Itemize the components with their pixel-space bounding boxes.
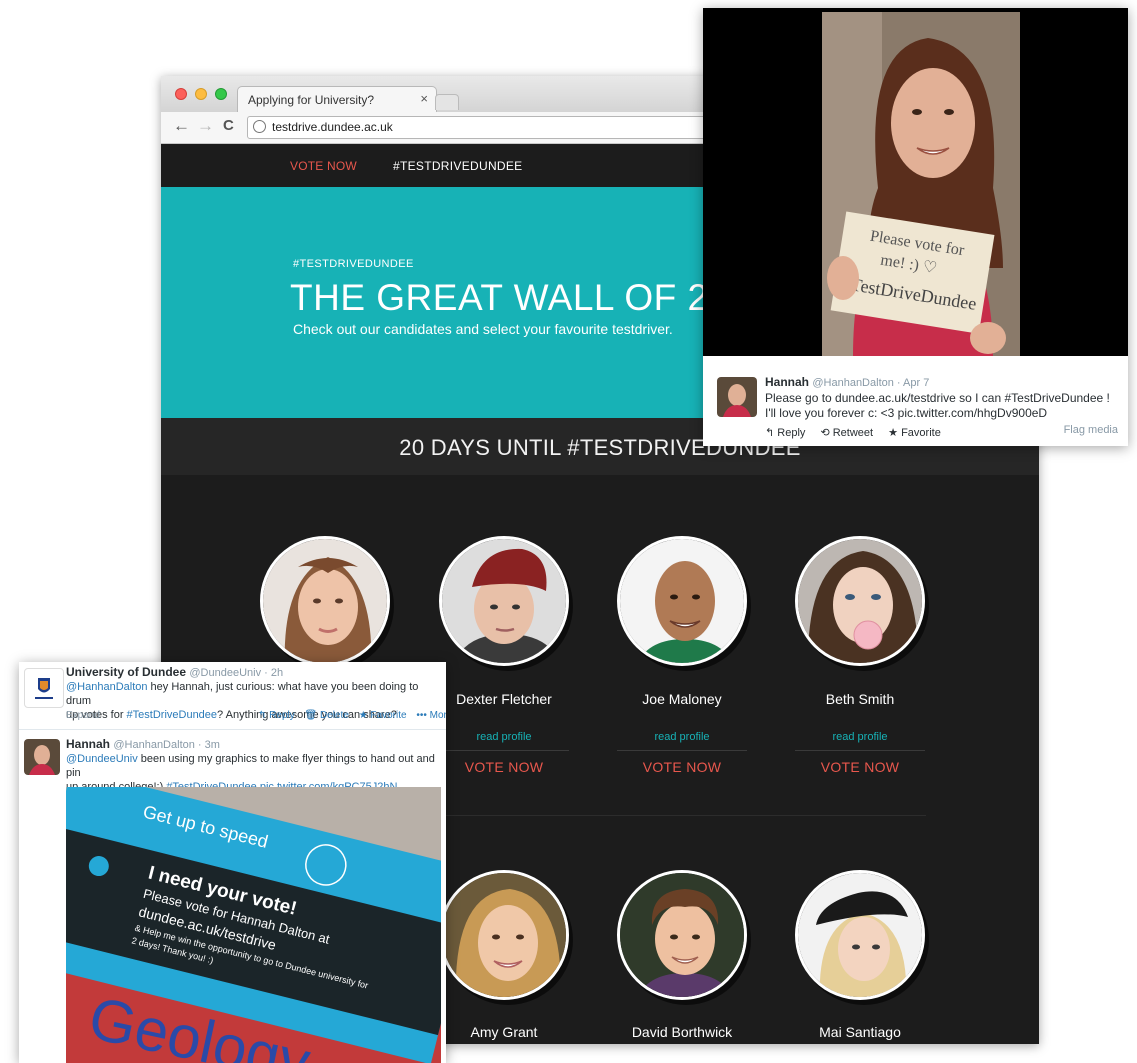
more-button[interactable]: ••• More xyxy=(416,710,446,721)
mention-link[interactable]: @DundeeUniv xyxy=(66,753,138,765)
candidate-name: Mai Santiago xyxy=(819,1024,901,1040)
author-name[interactable]: Hannah xyxy=(765,375,809,389)
new-tab-button[interactable] xyxy=(435,94,459,110)
read-profile-link[interactable]: read profile xyxy=(592,731,772,743)
favorite-button[interactable]: ★ Favorite xyxy=(888,427,941,439)
candidate-name: Beth Smith xyxy=(825,691,895,707)
candidate-photo-joe-maloney[interactable] xyxy=(617,536,747,666)
tweet-conversation: University of Dundee @DundeeUniv · 2h @H… xyxy=(19,662,446,1063)
vote-now-button[interactable]: VOTE NOW xyxy=(592,759,772,775)
reply-button[interactable]: ↰ Reply xyxy=(258,710,295,721)
read-profile-link[interactable]: read profile xyxy=(770,731,950,743)
forward-arrow-icon[interactable]: → xyxy=(197,117,214,135)
candidate-photo-amy-grant[interactable] xyxy=(439,870,569,1000)
reload-icon[interactable]: C xyxy=(223,117,234,135)
minimize-window-button[interactable] xyxy=(195,88,207,100)
candidate-photo[interactable] xyxy=(260,536,390,666)
tweet-author[interactable]: University of Dundee @DundeeUniv · 2h xyxy=(66,665,283,679)
candidate-photo-beth-smith[interactable] xyxy=(795,536,925,666)
tab-title: Applying for University? xyxy=(248,93,375,107)
candidate-photo-david-borthwick[interactable] xyxy=(617,870,747,1000)
avatar[interactable] xyxy=(24,739,60,775)
tweet-text: Please go to dundee.ac.uk/testdrive so I… xyxy=(765,391,1125,421)
tweet-divider xyxy=(19,729,446,730)
divider-line xyxy=(617,750,747,751)
candidate-photo-mai-santiago[interactable] xyxy=(795,870,925,1000)
candidate-photo-dexter-fletcher[interactable] xyxy=(439,536,569,666)
divider-line xyxy=(795,750,925,751)
close-window-button[interactable] xyxy=(175,88,187,100)
author-name[interactable]: University of Dundee xyxy=(66,665,186,679)
favorite-button[interactable]: ★ Favorite xyxy=(359,710,407,721)
nav-vote-now-link[interactable]: VOTE NOW xyxy=(290,159,357,173)
expand-link[interactable]: Expand xyxy=(66,710,100,721)
author-handle[interactable]: @HanhanDalton · Apr 7 xyxy=(812,377,929,389)
retweet-button[interactable]: ⟲ Retweet xyxy=(820,427,873,439)
mention-link[interactable]: @HanhanDalton xyxy=(66,681,148,693)
author-handle[interactable]: @DundeeUniv · 2h xyxy=(189,667,283,679)
zoom-window-button[interactable] xyxy=(215,88,227,100)
vote-now-button[interactable]: VOTE NOW xyxy=(770,759,950,775)
nav-hashtag-link[interactable]: #TESTDRIVEDUNDEE xyxy=(393,159,523,173)
delete-button[interactable]: 🗑 Delete xyxy=(305,710,349,721)
candidate-name: Joe Maloney xyxy=(642,691,722,707)
avatar[interactable] xyxy=(717,377,757,417)
tweet-text-line: I'll love you forever c: <3 pic.twitter.… xyxy=(765,406,1048,420)
tweet-author[interactable]: Hannah @HanhanDalton · Apr 7 xyxy=(765,375,929,389)
hero-subtitle: Check out our candidates and select your… xyxy=(293,321,673,337)
divider-line xyxy=(439,750,569,751)
tweet-media-photo[interactable]: Geology Get up to speed I need your vote… xyxy=(66,787,441,1063)
globe-icon xyxy=(253,120,266,133)
tweet-actions: ↰ Reply ⟲ Retweet ★ Favorite xyxy=(765,426,953,439)
candidate-name: David Borthwick xyxy=(631,1024,733,1040)
tweet-text-line: Please go to dundee.ac.uk/testdrive so I… xyxy=(765,391,1110,405)
close-tab-icon[interactable]: × xyxy=(420,91,428,106)
url-text[interactable]: testdrive.dundee.ac.uk xyxy=(272,120,393,134)
author-name[interactable]: Hannah xyxy=(66,737,110,751)
tweet-author[interactable]: Hannah @HanhanDalton · 3m xyxy=(66,737,220,751)
tweet-card-hannah-photo: Please vote for me! :) ♡ #TestDriveDunde… xyxy=(703,8,1128,446)
author-handle[interactable]: @HanhanDalton · 3m xyxy=(113,739,220,751)
flag-media-link[interactable]: Flag media xyxy=(1064,424,1118,436)
hero-kicker: #TESTDRIVEDUNDEE xyxy=(293,258,414,270)
hashtag-link[interactable]: #TestDriveDundee xyxy=(127,709,218,721)
avatar-university[interactable] xyxy=(24,668,64,708)
reply-button[interactable]: ↰ Reply xyxy=(765,427,805,439)
tweet-actions: ↰ Reply 🗑 Delete ★ Favorite ••• More xyxy=(258,710,446,721)
browser-tab[interactable]: Applying for University? × xyxy=(237,86,437,112)
back-arrow-icon[interactable]: ← xyxy=(173,117,190,135)
tweet-media-photo[interactable]: Please vote for me! :) ♡ #TestDriveDunde… xyxy=(703,8,1128,356)
hero-title: THE GREAT WALL OF 20 xyxy=(290,277,730,318)
